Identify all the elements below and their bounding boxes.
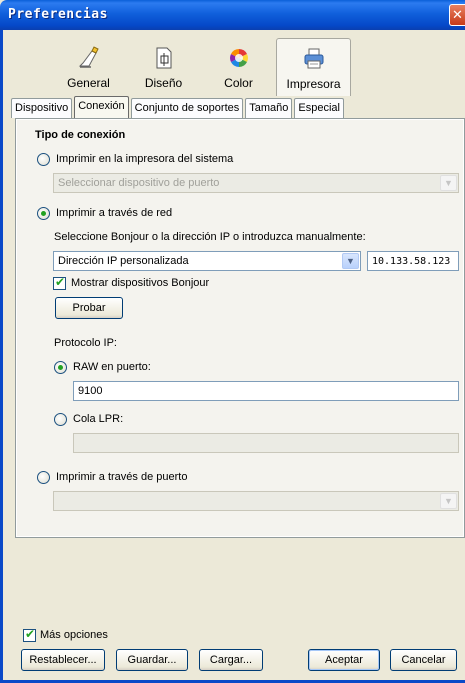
- toolbar-general-label: General: [67, 76, 110, 90]
- raw-port-value: 9100: [78, 385, 103, 397]
- more-options-checkbox[interactable]: ✔: [23, 627, 36, 642]
- network-radio[interactable]: [37, 207, 50, 220]
- tab-special[interactable]: Especial: [294, 98, 344, 118]
- chevron-down-icon: ▼: [342, 253, 359, 269]
- ip-source-select-value: Dirección IP personalizada: [58, 255, 189, 267]
- chevron-down-icon: ▼: [440, 493, 457, 509]
- toolbar-general[interactable]: General: [51, 38, 126, 96]
- port-label: Imprimir a través de puerto: [56, 471, 188, 483]
- printer-icon: [304, 48, 323, 69]
- port-device-select-value: Seleccionar dispositivo de puerto: [58, 177, 220, 189]
- tab-size[interactable]: Tamaño: [245, 98, 293, 118]
- checkmark-icon: ✔: [55, 275, 66, 289]
- port-select[interactable]: ▼: [53, 491, 459, 511]
- load-button[interactable]: Cargar...: [199, 649, 263, 671]
- toolbar-design-label: Diseño: [144, 76, 183, 90]
- more-options-label: Más opciones: [40, 629, 108, 641]
- accept-button[interactable]: Aceptar: [308, 649, 380, 671]
- tab-strip: Dispositivo Conexión Conjunto de soporte…: [11, 96, 346, 118]
- connection-panel: Tipo de conexión Imprimir en la impresor…: [15, 118, 465, 538]
- preferences-toolbar: General Diseño Color Impresora: [51, 38, 351, 96]
- lpr-queue-field[interactable]: [73, 433, 459, 453]
- layout-icon: [156, 47, 171, 69]
- close-icon: ✕: [452, 7, 463, 22]
- cancel-button[interactable]: Cancelar: [390, 649, 457, 671]
- show-bonjour-label: Mostrar dispositivos Bonjour: [71, 277, 210, 289]
- color-wheel-icon: [229, 49, 248, 67]
- network-label: Imprimir a través de red: [56, 207, 173, 219]
- toolbar-printer[interactable]: Impresora: [276, 38, 351, 96]
- raw-port-radio[interactable]: [54, 361, 67, 374]
- tab-device[interactable]: Dispositivo: [11, 98, 73, 118]
- test-button[interactable]: Probar: [55, 297, 123, 319]
- lpr-queue-label: Cola LPR:: [73, 413, 124, 425]
- port-device-select[interactable]: Seleccionar dispositivo de puerto ▼: [53, 173, 459, 193]
- network-instruction: Seleccione Bonjour o la dirección IP o i…: [54, 231, 366, 243]
- port-radio[interactable]: [37, 471, 50, 484]
- toolbar-printer-label: Impresora: [286, 77, 341, 91]
- close-button[interactable]: ✕: [449, 4, 465, 26]
- lpr-queue-radio[interactable]: [54, 413, 67, 426]
- system-printer-label: Imprimir en la impresora del sistema: [56, 153, 234, 165]
- toolbar-color[interactable]: Color: [201, 38, 276, 96]
- save-button[interactable]: Guardar...: [116, 649, 188, 671]
- reset-button[interactable]: Restablecer...: [21, 649, 105, 671]
- protocol-label: Protocolo IP:: [54, 337, 117, 349]
- toolbar-design[interactable]: Diseño: [126, 38, 201, 96]
- raw-port-field[interactable]: 9100: [73, 381, 459, 401]
- system-printer-radio[interactable]: [37, 153, 50, 166]
- tab-media-set[interactable]: Conjunto de soportes: [130, 98, 244, 118]
- ip-address-field[interactable]: 10.133.58.123: [367, 251, 459, 271]
- show-bonjour-checkbox[interactable]: ✔: [53, 275, 66, 290]
- window-title: Preferencias: [8, 7, 108, 22]
- title-bar: Preferencias ✕: [0, 0, 465, 30]
- checkmark-icon: ✔: [25, 627, 36, 641]
- ip-address-value: 10.133.58.123: [372, 256, 451, 267]
- pencil-icon: [78, 46, 99, 68]
- raw-port-label: RAW en puerto:: [73, 361, 151, 373]
- chevron-down-icon: ▼: [440, 175, 457, 191]
- window-frame: General Diseño Color Impresora Dispositi…: [0, 30, 465, 683]
- tab-connection[interactable]: Conexión: [74, 96, 129, 118]
- toolbar-color-label: Color: [224, 76, 253, 90]
- ip-source-select[interactable]: Dirección IP personalizada ▼: [53, 251, 361, 271]
- section-title: Tipo de conexión: [35, 129, 126, 141]
